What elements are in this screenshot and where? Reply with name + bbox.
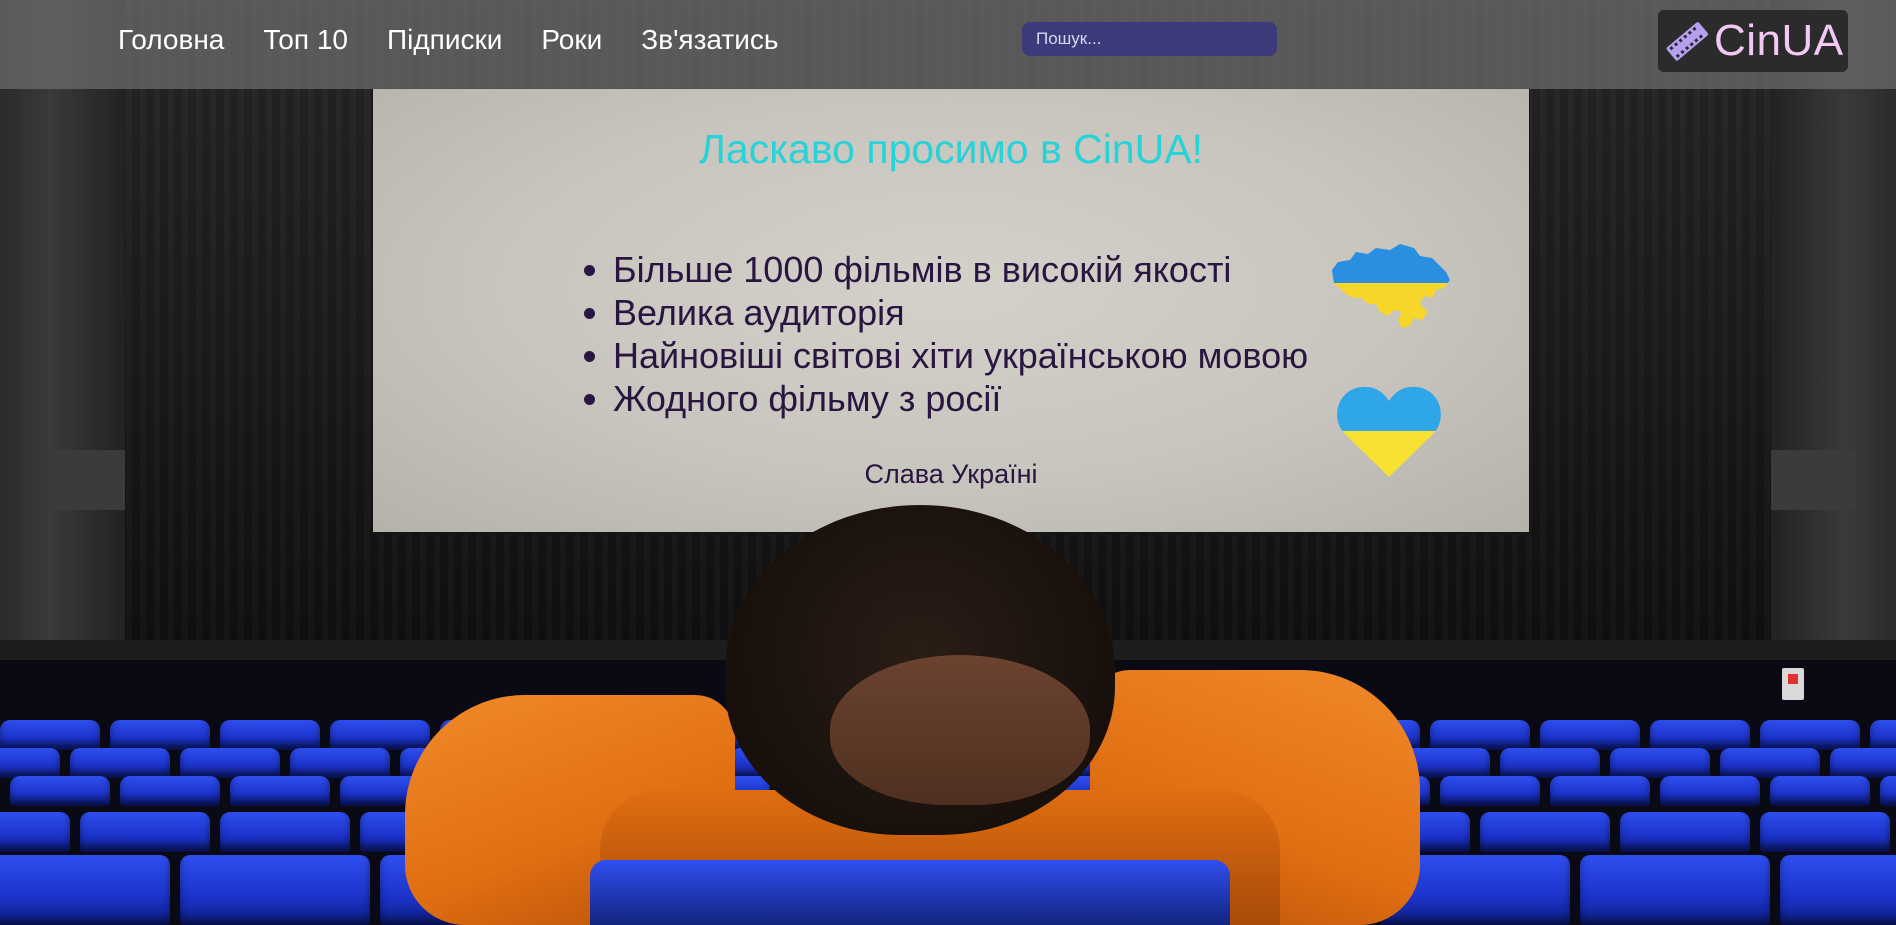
welcome-title: Ласкаво просимо в CinUA! (699, 126, 1203, 172)
front-seat (590, 860, 1230, 925)
features-list: Більше 1000 фільмів в високій якості Вел… (566, 248, 1308, 420)
logo-text: CinUA (1714, 16, 1844, 65)
nav-link-years[interactable]: Роки (541, 22, 602, 58)
right-wall-block (1771, 450, 1856, 510)
top-navbar: Головна Топ 10 Підписки Роки Зв'язатись (0, 0, 1896, 89)
slogan-text: Слава Україні (864, 459, 1038, 489)
nav-link-contact[interactable]: Зв'язатись (641, 22, 778, 58)
main-nav: Головна Топ 10 Підписки Роки Зв'язатись (118, 22, 778, 58)
nav-link-top10[interactable]: Топ 10 (263, 22, 348, 58)
nav-link-home[interactable]: Головна (118, 22, 224, 58)
person-hands (830, 655, 1090, 805)
nav-link-subscriptions[interactable]: Підписки (387, 22, 502, 58)
list-item: Найновіші світові хіти українською мовою (613, 334, 1308, 377)
list-item: Жодного фільму з росії (613, 377, 1308, 420)
left-wall-block (50, 450, 125, 510)
exit-sign (1782, 668, 1804, 700)
right-wall (1771, 0, 1896, 700)
list-item: Більше 1000 фільмів в високій якості (613, 248, 1308, 291)
list-item: Велика аудиторія (613, 291, 1308, 334)
film-strip-icon (1666, 22, 1709, 61)
site-logo[interactable]: CinUA (1658, 10, 1848, 72)
search-input[interactable] (1022, 22, 1277, 56)
left-wall (0, 0, 125, 700)
ukraine-map-icon (1332, 244, 1450, 328)
